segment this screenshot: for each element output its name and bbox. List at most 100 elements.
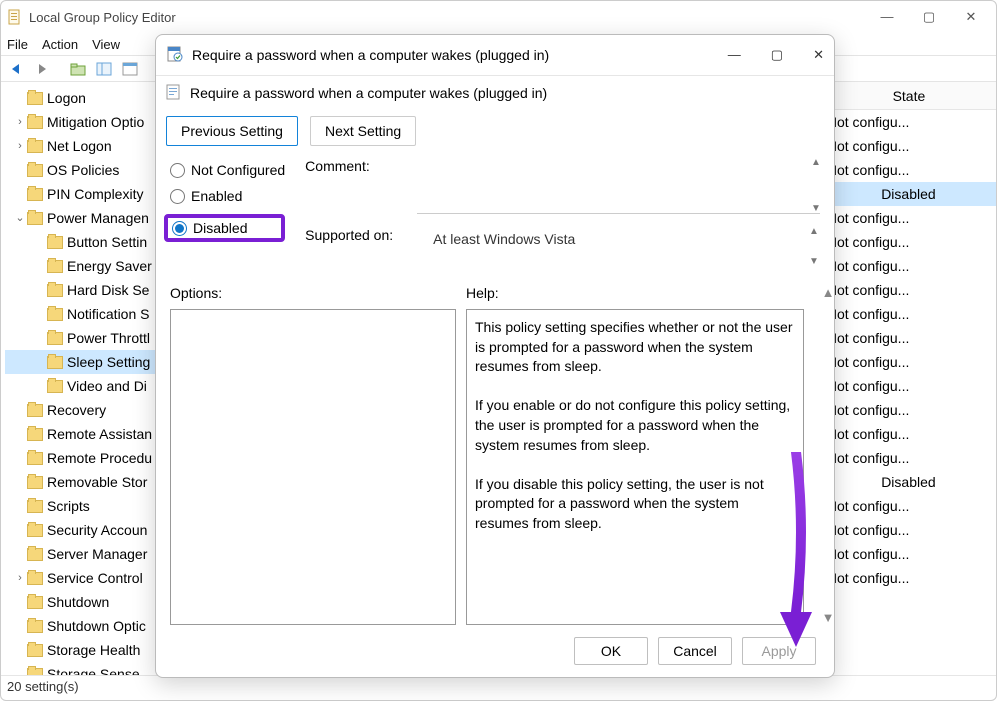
- comment-textarea[interactable]: [417, 158, 820, 214]
- minimize-button[interactable]: ―: [878, 9, 896, 25]
- tree-item[interactable]: Server Manager: [5, 542, 161, 566]
- tree-item[interactable]: Button Settin: [5, 230, 161, 254]
- tree-item-label: Scripts: [47, 494, 90, 518]
- tree-item[interactable]: Recovery: [5, 398, 161, 422]
- folder-icon: [27, 92, 43, 105]
- tree-item[interactable]: Storage Health: [5, 638, 161, 662]
- radio-enabled[interactable]: Enabled: [170, 188, 285, 204]
- supported-on-label: Supported on:: [305, 227, 393, 243]
- folder-icon: [47, 380, 63, 393]
- tree-item[interactable]: ›Service Control: [5, 566, 161, 590]
- chevron-down-icon[interactable]: ⌄: [13, 206, 27, 230]
- tree-item[interactable]: ›Net Logon: [5, 134, 161, 158]
- radio-not-configured[interactable]: Not Configured: [170, 162, 285, 178]
- tree-item-label: Energy Saver: [67, 254, 152, 278]
- state-cell: Not configu...: [821, 354, 996, 370]
- tree-item[interactable]: Security Accoun: [5, 518, 161, 542]
- tree-item[interactable]: Notification S: [5, 302, 161, 326]
- menu-file[interactable]: File: [7, 37, 28, 52]
- folder-icon: [27, 164, 43, 177]
- tree-item[interactable]: Remote Procedu: [5, 446, 161, 470]
- supported-on-value: At least Windows Vista: [429, 227, 792, 267]
- highlight-annotation: Disabled: [164, 214, 285, 242]
- folder-icon: [27, 452, 43, 465]
- folder-icon: [27, 428, 43, 441]
- titlebar: Local Group Policy Editor ― ▢ ✕: [1, 1, 996, 33]
- folder-icon: [27, 116, 43, 129]
- state-cell: Disabled: [821, 186, 996, 202]
- previous-setting-button[interactable]: Previous Setting: [166, 116, 298, 146]
- dialog-close-button[interactable]: ✕: [813, 47, 824, 63]
- scroll-down-icon[interactable]: ▼: [809, 257, 819, 267]
- tree-item[interactable]: › Mitigation Optio: [5, 110, 161, 134]
- tree-item[interactable]: OS Policies: [5, 158, 161, 182]
- up-button[interactable]: [67, 58, 89, 80]
- state-cell: Not configu...: [821, 522, 996, 538]
- tree-item-label: Remote Procedu: [47, 446, 152, 470]
- radio-disabled[interactable]: Disabled: [172, 220, 273, 236]
- tree-item-label: Storage Sense: [47, 662, 140, 675]
- dialog-minimize-button[interactable]: ―: [728, 47, 741, 63]
- radio-disabled-label: Disabled: [193, 220, 247, 236]
- tree-item[interactable]: Remote Assistan: [5, 422, 161, 446]
- cancel-button[interactable]: Cancel: [658, 637, 732, 665]
- ok-button[interactable]: OK: [574, 637, 648, 665]
- properties-button[interactable]: [119, 58, 141, 80]
- navigation-tree[interactable]: Logon›Mitigation Optio›Net LogonOS Polic…: [1, 82, 161, 675]
- tree-item-label: Button Settin: [67, 230, 147, 254]
- show-hide-tree-button[interactable]: [93, 58, 115, 80]
- dialog-titlebar: Require a password when a computer wakes…: [156, 35, 834, 75]
- scroll-down-icon[interactable]: ▼: [822, 610, 835, 625]
- menu-view[interactable]: View: [92, 37, 120, 52]
- state-cell: Disabled: [821, 474, 996, 490]
- tree-item[interactable]: Hard Disk Se: [5, 278, 161, 302]
- folder-icon: [27, 524, 43, 537]
- radio-not-configured-input[interactable]: [170, 163, 185, 178]
- forward-button[interactable]: [31, 58, 53, 80]
- state-cell: Not configu...: [821, 210, 996, 226]
- state-cell: Not configu...: [821, 498, 996, 514]
- chevron-right-icon[interactable]: ›: [13, 566, 27, 590]
- chevron-right-icon[interactable]: ›: [13, 110, 27, 134]
- tree-item-label: PIN Complexity: [47, 182, 143, 206]
- tree-item[interactable]: Logon: [5, 86, 161, 110]
- tree-item[interactable]: Video and Di: [5, 374, 161, 398]
- tree-item-label: Mitigation Optio: [47, 110, 144, 134]
- apply-button[interactable]: Apply: [742, 637, 816, 665]
- scroll-up-icon[interactable]: ▲: [811, 158, 821, 168]
- tree-item-label: Shutdown Optic: [47, 614, 146, 638]
- tree-item[interactable]: Scripts: [5, 494, 161, 518]
- folder-icon: [27, 548, 43, 561]
- next-setting-button[interactable]: Next Setting: [310, 116, 416, 146]
- tree-item[interactable]: PIN Complexity: [5, 182, 161, 206]
- folder-icon: [27, 572, 43, 585]
- chevron-right-icon[interactable]: ›: [13, 134, 27, 158]
- status-text: 20 setting(s): [7, 679, 79, 694]
- tree-item[interactable]: Shutdown: [5, 590, 161, 614]
- scroll-down-icon[interactable]: ▼: [811, 204, 821, 214]
- tree-item[interactable]: Power Throttl: [5, 326, 161, 350]
- help-box: This policy setting specifies whether or…: [466, 309, 804, 625]
- menu-action[interactable]: Action: [42, 37, 78, 52]
- column-state[interactable]: State: [821, 88, 996, 104]
- tree-item-label: Power Managen: [47, 206, 149, 230]
- tree-item-label: OS Policies: [47, 158, 119, 182]
- folder-icon: [27, 188, 43, 201]
- tree-item[interactable]: Energy Saver: [5, 254, 161, 278]
- tree-item[interactable]: Storage Sense: [5, 662, 161, 675]
- tree-item[interactable]: ⌄ Power Managen: [5, 206, 161, 230]
- close-button[interactable]: ✕: [962, 9, 980, 25]
- scroll-up-icon[interactable]: ▲: [809, 227, 819, 237]
- dialog-maximize-button[interactable]: ▢: [771, 47, 783, 63]
- radio-enabled-label: Enabled: [191, 188, 242, 204]
- radio-enabled-input[interactable]: [170, 189, 185, 204]
- tree-item[interactable]: Shutdown Optic: [5, 614, 161, 638]
- back-button[interactable]: [5, 58, 27, 80]
- state-cell: Not configu...: [821, 330, 996, 346]
- scroll-up-icon[interactable]: ▲: [822, 285, 835, 300]
- tree-item[interactable]: Removable Stor: [5, 470, 161, 494]
- maximize-button[interactable]: ▢: [920, 9, 938, 25]
- radio-disabled-input[interactable]: [172, 221, 187, 236]
- tree-item[interactable]: Sleep Setting: [5, 350, 161, 374]
- folder-icon: [47, 284, 63, 297]
